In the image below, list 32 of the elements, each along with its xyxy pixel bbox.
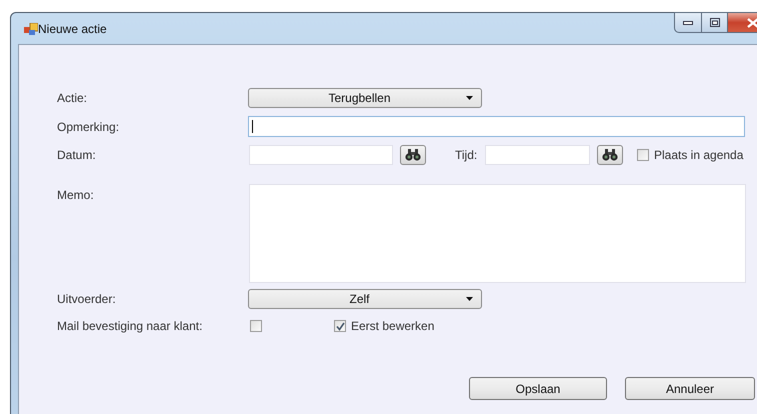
binoculars-icon	[405, 149, 421, 161]
maximize-icon	[710, 18, 720, 27]
checkbox[interactable]	[250, 320, 262, 332]
executor-dropdown[interactable]: Zelf	[248, 289, 482, 309]
window-title: Nieuwe actie	[38, 22, 107, 36]
cancel-button[interactable]: Annuleer	[625, 377, 755, 400]
field-label: Actie:	[57, 91, 88, 105]
time-input-field[interactable]	[485, 145, 590, 165]
minimize-button[interactable]	[674, 12, 702, 33]
save-button[interactable]: Opslaan	[469, 377, 607, 400]
date-input-field[interactable]	[249, 145, 393, 165]
field-label: Uitvoerder:	[57, 292, 117, 306]
lookup-button[interactable]	[400, 145, 426, 165]
lookup-button[interactable]	[597, 145, 623, 165]
field-label: Opmerking:	[57, 120, 120, 134]
dropdown-arrow-icon	[466, 96, 473, 100]
field-label: Tijd:	[455, 148, 478, 162]
remark-input-field[interactable]	[248, 116, 745, 137]
maximize-button[interactable]	[702, 12, 728, 33]
field-label: Memo:	[57, 188, 95, 202]
minimize-icon	[683, 20, 693, 24]
field-label: Datum:	[57, 148, 97, 162]
checkbox[interactable]	[334, 320, 346, 332]
dropdown-arrow-icon	[466, 297, 473, 301]
checkbox-label: Plaats in agenda	[654, 148, 744, 162]
close-icon	[747, 18, 757, 28]
checkbox-label: Eerst bewerken	[351, 319, 434, 333]
checkbox[interactable]	[637, 149, 649, 161]
field-label: Mail bevestiging naar klant:	[57, 319, 204, 333]
action-dropdown[interactable]: Terugbellen	[248, 88, 482, 108]
app-icon	[24, 23, 38, 35]
binoculars-icon	[602, 149, 618, 161]
